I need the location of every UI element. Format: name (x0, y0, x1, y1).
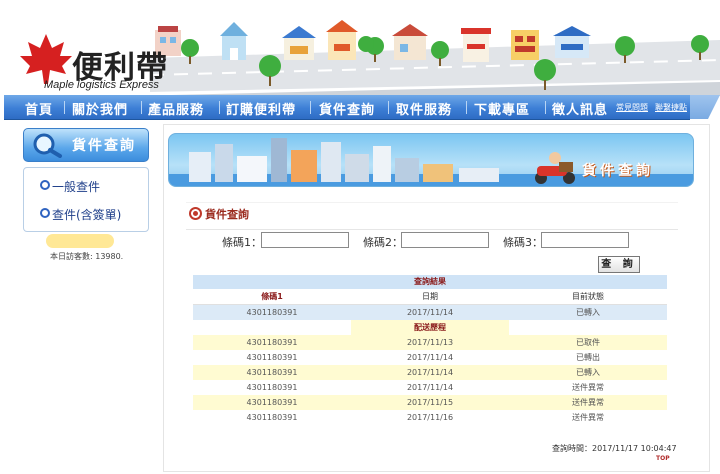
table-row: 4301180391 2017/11/13 已取件 (193, 335, 667, 350)
sidebar-tracking-header[interactable]: 貨件查詢 (23, 128, 149, 162)
results-title: 查詢結果 (193, 275, 667, 289)
site-header: 便利帶 Maple logistics Express (0, 0, 720, 96)
history-date: 2017/11/14 (406, 353, 454, 362)
banner-title: 貨件查詢 (582, 163, 654, 179)
nav-divider (466, 101, 467, 114)
table-row: 4301180391 2017/11/16 送件異常 (193, 410, 667, 425)
col-status-header: 目前狀態 (572, 292, 604, 301)
barcode-3-input[interactable] (541, 232, 629, 248)
nav-pickup[interactable]: 取件服務 (396, 99, 452, 118)
counter-highlight (46, 234, 114, 248)
history-title: 配送歷程 (351, 320, 509, 335)
table-row: 4301180391 2017/11/14 已轉出 (193, 350, 667, 365)
barcode-2-input[interactable] (401, 232, 489, 248)
nav-tracking[interactable]: 貨件查詢 (319, 99, 375, 118)
nav-divider (64, 101, 65, 114)
barcode-1-input[interactable] (261, 232, 349, 248)
nav-contact-link[interactable]: 聯繫捷點 (655, 102, 687, 113)
history-date: 2017/11/15 (406, 398, 454, 407)
building-6 (461, 28, 491, 62)
nav-divider (545, 101, 546, 114)
history-barcode: 4301180391 (246, 338, 298, 347)
nav-home[interactable]: 首頁 (25, 99, 53, 118)
barcode-3-label: 條碼3： (503, 236, 543, 249)
history-status: 已取件 (576, 338, 600, 347)
history-barcode: 4301180391 (246, 398, 298, 407)
table-row: 4301180391 2017/11/14 已轉入 (193, 365, 667, 380)
history-title-row: 配送歷程 (193, 320, 667, 335)
col-date-header: 日期 (422, 292, 438, 301)
history-date: 2017/11/14 (406, 368, 454, 377)
visitor-counter: 本日訪客數: 13980. (50, 252, 124, 261)
barcode-1-label: 條碼1： (222, 236, 262, 249)
sidebar-item-tracking-with-receipt[interactable]: 查件(含簽單) (52, 206, 121, 223)
history-status: 已轉入 (576, 368, 600, 377)
table-row: 4301180391 2017/11/14 送件異常 (193, 380, 667, 395)
history-status: 送件異常 (572, 383, 604, 392)
nav-faq-link[interactable]: 常見問題 (616, 102, 648, 113)
history-barcode: 4301180391 (246, 413, 298, 422)
history-barcode: 4301180391 (246, 383, 298, 392)
nav-jobs[interactable]: 徵人訊息 (552, 99, 608, 118)
history-date: 2017/11/13 (406, 338, 454, 347)
nav-products[interactable]: 產品服務 (148, 99, 204, 118)
barcode-2-label: 條碼2： (363, 236, 403, 249)
building-7 (511, 30, 539, 60)
nav-divider (388, 101, 389, 114)
current-barcode: 4301180391 (246, 308, 298, 317)
sidebar-menu: 一般查件 查件(含簽單) (23, 167, 149, 232)
col-barcode-header: 條碼1 (261, 292, 283, 301)
history-status: 送件異常 (572, 413, 604, 422)
nav-divider (310, 101, 311, 114)
current-date: 2017/11/14 (406, 308, 454, 317)
section-header (186, 202, 678, 230)
section-target-icon (189, 207, 202, 220)
history-date: 2017/11/14 (406, 383, 454, 392)
bullet-icon (40, 208, 50, 218)
back-to-top-link[interactable]: TOP (656, 455, 670, 462)
section-title: 貨件查詢 (205, 208, 249, 221)
results-table: 查詢結果 條碼1 日期 目前狀態 4301180391 2017/11/14 已… (193, 275, 667, 425)
query-button[interactable]: 查 詢 (598, 256, 640, 273)
main-nav: 首頁 關於我們 產品服務 訂購便利帶 貨件查詢 取件服務 下載專區 徵人訊息 常… (4, 95, 690, 120)
nav-bar-tail (690, 95, 720, 119)
current-status-row: 4301180391 2017/11/14 已轉入 (193, 305, 667, 320)
history-date: 2017/11/16 (406, 413, 454, 422)
nav-about[interactable]: 關於我們 (72, 99, 128, 118)
history-barcode: 4301180391 (246, 368, 298, 377)
delivery-man-icon (535, 152, 575, 184)
history-status: 已轉出 (576, 353, 600, 362)
results-header-row: 條碼1 日期 目前狀態 (193, 289, 667, 305)
nav-divider (141, 101, 142, 114)
magnifier-icon (33, 133, 62, 158)
history-status: 送件異常 (572, 398, 604, 407)
bullet-icon (40, 180, 50, 190)
query-timestamp: 查詢時間：2017/11/17 10:04:47 (552, 444, 677, 453)
nav-order[interactable]: 訂購便利帶 (226, 99, 296, 118)
table-row: 4301180391 2017/11/15 送件異常 (193, 395, 667, 410)
history-barcode: 4301180391 (246, 353, 298, 362)
current-status: 已轉入 (576, 308, 600, 317)
sidebar-header-label: 貨件查詢 (72, 138, 136, 154)
nav-downloads[interactable]: 下載專區 (474, 99, 530, 118)
sidebar-item-general-tracking[interactable]: 一般查件 (52, 178, 100, 195)
nav-divider (219, 101, 220, 114)
brand-name-en: Maple logistics Express (44, 79, 159, 91)
